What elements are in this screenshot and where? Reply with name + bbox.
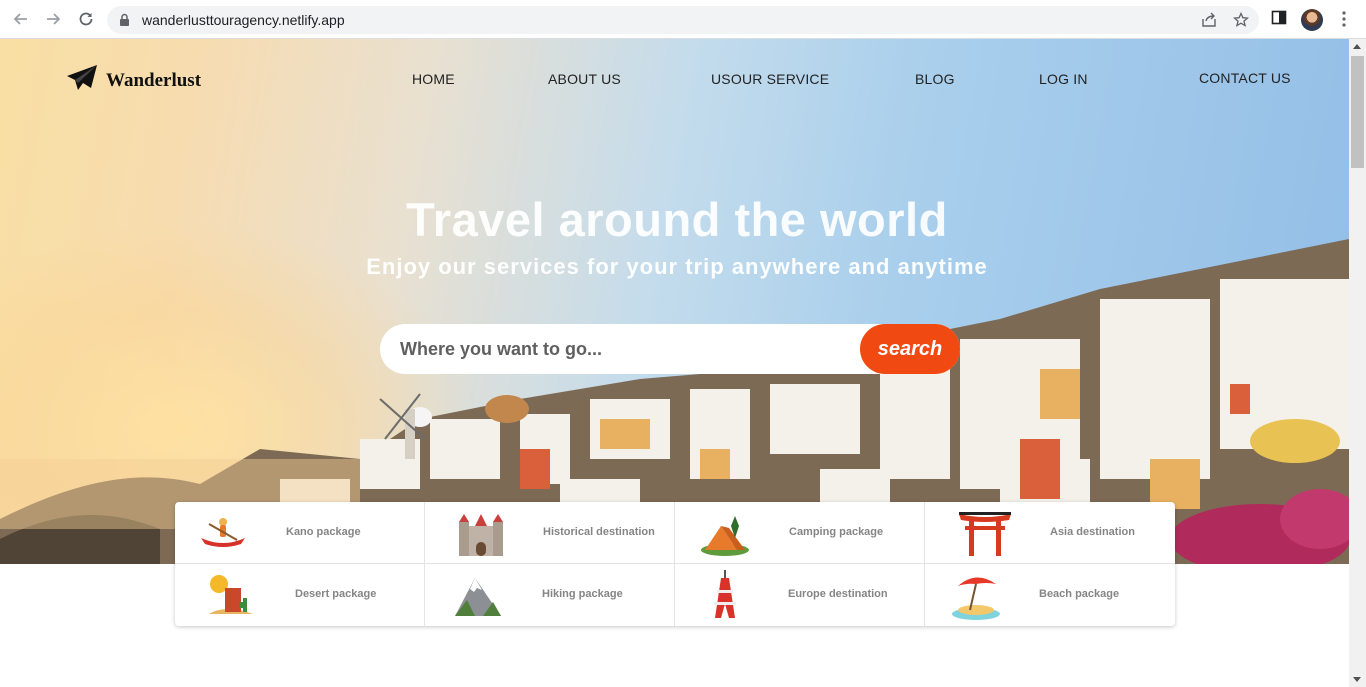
- package-card-beach[interactable]: Beach package: [925, 564, 1175, 626]
- package-card-kano[interactable]: Kano package: [175, 502, 425, 564]
- package-card-desert[interactable]: Desert package: [175, 564, 425, 626]
- package-card-europe[interactable]: Europe destination: [675, 564, 925, 626]
- browser-toolbar: wanderlusttouragency.netlify.app: [0, 0, 1366, 39]
- package-label: Asia destination: [1050, 526, 1135, 538]
- scrollbar-thumb[interactable]: [1351, 56, 1364, 168]
- package-card-historical[interactable]: Historical destination: [425, 502, 675, 564]
- paper-plane-icon: [66, 64, 98, 97]
- scroll-down-icon[interactable]: [1353, 677, 1361, 682]
- profile-avatar[interactable]: [1301, 9, 1323, 31]
- package-card-camping[interactable]: Camping package: [675, 502, 925, 564]
- package-label: Desert package: [295, 588, 377, 600]
- santorini-background-image: [0, 239, 1349, 564]
- search-bar: search: [380, 324, 960, 374]
- lock-icon: [119, 13, 130, 32]
- brand-logo[interactable]: Wanderlust: [66, 64, 201, 97]
- canoe-icon: [197, 508, 249, 558]
- back-icon[interactable]: [10, 8, 32, 30]
- beach-umbrella-icon: [950, 570, 1002, 620]
- nav-about-us[interactable]: ABOUT US: [548, 71, 621, 87]
- page-scrollbar[interactable]: [1349, 39, 1366, 687]
- nav-home[interactable]: HOME: [412, 71, 455, 87]
- url-text: wanderlusttouragency.netlify.app: [142, 12, 345, 28]
- forward-icon[interactable]: [42, 8, 64, 30]
- package-label: Europe destination: [788, 588, 888, 600]
- hero-subtitle: Enjoy our services for your trip anywher…: [366, 254, 988, 279]
- scroll-up-icon[interactable]: [1353, 44, 1361, 49]
- destination-search-input[interactable]: [400, 336, 850, 362]
- hero-section: Wanderlust HOME ABOUT US USOUR SERVICE B…: [0, 39, 1349, 564]
- reload-icon[interactable]: [75, 8, 97, 30]
- menu-icon[interactable]: [1338, 9, 1350, 34]
- nav-blog[interactable]: BLOG: [915, 71, 955, 87]
- package-label: Hiking package: [542, 588, 623, 600]
- torii-gate-icon: [959, 508, 1011, 558]
- star-icon[interactable]: [1232, 11, 1250, 33]
- package-label: Beach package: [1039, 588, 1120, 600]
- package-label: Camping package: [789, 526, 884, 538]
- package-card-asia[interactable]: Asia destination: [925, 502, 1175, 564]
- nav-our-service[interactable]: USOUR SERVICE: [711, 71, 829, 87]
- desert-icon: [205, 570, 257, 620]
- side-panel-icon[interactable]: [1271, 9, 1287, 32]
- address-bar[interactable]: wanderlusttouragency.netlify.app: [107, 6, 1259, 34]
- brand-name: Wanderlust: [106, 69, 202, 91]
- castle-icon: [455, 508, 507, 558]
- tent-icon: [699, 508, 751, 558]
- search-button[interactable]: search: [860, 324, 960, 374]
- page: Wanderlust HOME ABOUT US USOUR SERVICE B…: [0, 39, 1349, 687]
- package-label: Kano package: [286, 526, 361, 538]
- package-grid: Kano package Historical destination Camp…: [175, 502, 1175, 626]
- mountain-icon: [453, 570, 505, 620]
- share-icon[interactable]: [1201, 12, 1217, 33]
- nav-log-in[interactable]: LOG IN: [1039, 71, 1088, 87]
- package-card-hiking[interactable]: Hiking package: [425, 564, 675, 626]
- nav-contact-us[interactable]: CONTACT US: [1199, 70, 1291, 86]
- tower-icon: [699, 570, 751, 620]
- package-label: Historical destination: [543, 526, 655, 538]
- hero-title: Travel around the world: [406, 193, 948, 246]
